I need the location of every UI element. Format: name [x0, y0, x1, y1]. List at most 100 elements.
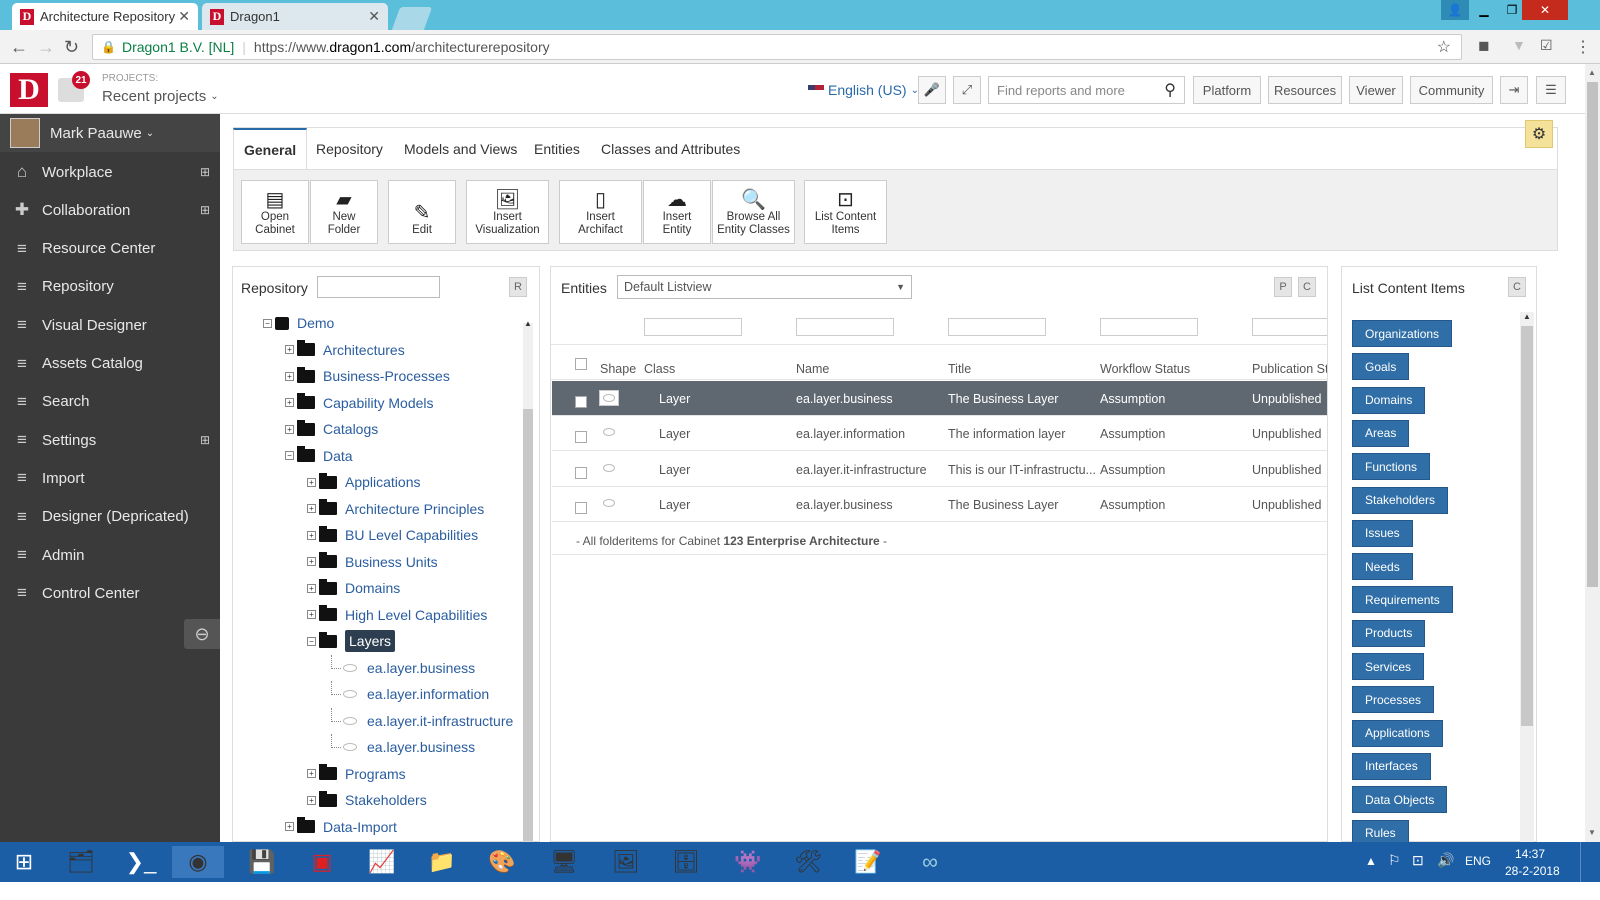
- expand-toggle-icon[interactable]: +: [285, 371, 294, 381]
- tree-node[interactable]: + High Level Capabilities: [307, 602, 487, 628]
- expand-toggle-icon[interactable]: +: [307, 504, 316, 513]
- tree-node[interactable]: + Stakeholders: [307, 787, 427, 813]
- list-item-services[interactable]: Services: [1352, 653, 1425, 680]
- tray-language[interactable]: ENG: [1465, 854, 1491, 868]
- expand-toggle-icon[interactable]: +: [285, 424, 294, 434]
- close-tab-icon[interactable]: ✕: [368, 8, 380, 25]
- tree-node[interactable]: − Demo: [263, 310, 334, 336]
- extension-icon[interactable]: ◼: [1478, 37, 1490, 54]
- open-cabinet-button[interactable]: ▤ Open Cabinet: [241, 180, 309, 244]
- tree-node[interactable]: − Layers: [307, 628, 396, 654]
- sidebar-item-collaboration[interactable]: ✚ Collaboration ⊞: [0, 192, 220, 228]
- save-disk-icon[interactable]: 💾: [236, 846, 288, 878]
- list-scrollbar[interactable]: ▲: [1520, 312, 1534, 842]
- sidebar-item-visual-designer[interactable]: ≡ Visual Designer: [0, 307, 220, 343]
- row-checkbox[interactable]: [575, 431, 587, 444]
- list-item-data-objects[interactable]: Data Objects: [1352, 786, 1448, 814]
- list-item-goals[interactable]: Goals: [1352, 353, 1410, 381]
- sidebar-item-repository[interactable]: ≡ Repository: [0, 269, 220, 305]
- dragon1-logo[interactable]: D: [10, 73, 48, 107]
- tree-scrollbar[interactable]: ▲: [523, 319, 533, 841]
- filter-extension-icon[interactable]: ▼: [1512, 37, 1526, 53]
- tray-volume-icon[interactable]: 🔊: [1437, 852, 1454, 869]
- tree-node[interactable]: + Programs: [307, 761, 406, 787]
- monitor-app-icon[interactable]: 🖥: [538, 846, 590, 878]
- folder-icon[interactable]: 📁: [416, 846, 468, 878]
- list-item-interfaces[interactable]: Interfaces: [1352, 752, 1431, 780]
- tree-node[interactable]: ea.layer.business: [331, 734, 475, 760]
- p-button[interactable]: P: [1274, 277, 1292, 297]
- filter-publication-input[interactable]: [1252, 318, 1327, 336]
- new-tab-button[interactable]: [391, 7, 433, 30]
- microphone-button[interactable]: 🎤: [918, 76, 946, 104]
- new-folder-button[interactable]: ▰ New Folder: [310, 180, 378, 244]
- tab-general[interactable]: General: [233, 128, 308, 170]
- scrollbar-thumb[interactable]: [523, 409, 533, 841]
- tab-repository[interactable]: Repository: [306, 128, 393, 170]
- scroll-up-icon[interactable]: ▲: [524, 319, 532, 328]
- reload-icon[interactable]: ↻: [64, 37, 79, 58]
- url-field[interactable]: 🔒 Dragon1 B.V. [NL] | https://www. dragon…: [92, 34, 1462, 60]
- tray-flag-icon[interactable]: ⚐: [1388, 852, 1401, 869]
- tree-node[interactable]: + Applications: [307, 469, 421, 495]
- powershell-icon[interactable]: ❯_: [115, 846, 167, 878]
- hamburger-menu-button[interactable]: ☰: [1536, 76, 1566, 104]
- user-menu[interactable]: Mark Paauwe ⌄: [0, 114, 220, 152]
- expand-toggle-icon[interactable]: +: [307, 610, 316, 619]
- back-icon[interactable]: ←: [10, 37, 28, 58]
- sidebar-item-settings[interactable]: ≡ Settings ⊞: [0, 422, 220, 458]
- tab-classes-and-attributes[interactable]: Classes and Attributes: [591, 128, 750, 170]
- tree-node[interactable]: + Domains: [307, 575, 400, 601]
- list-item-products[interactable]: Products: [1352, 619, 1426, 647]
- paint-icon[interactable]: 🎨: [476, 846, 528, 878]
- nav-community[interactable]: Community: [1410, 76, 1493, 104]
- expand-toggle-icon[interactable]: +: [307, 795, 316, 805]
- nav-platform[interactable]: Platform: [1193, 76, 1261, 104]
- fullscreen-button[interactable]: ⤢: [953, 76, 981, 104]
- tree-node[interactable]: + Business-Processes: [285, 363, 450, 389]
- col-workflow-status[interactable]: Workflow Status: [1100, 362, 1190, 376]
- sidebar-item-admin[interactable]: ≡ Admin: [0, 537, 220, 573]
- collapse-toggle-icon[interactable]: −: [263, 318, 272, 328]
- recent-projects-dropdown[interactable]: Recent projects ⌄: [102, 88, 219, 105]
- insert-archifact-button[interactable]: ▯ Insert Archifact: [559, 180, 642, 244]
- list-item-processes[interactable]: Processes: [1352, 686, 1435, 714]
- table-row[interactable]: Layer ea.layer.it-infrastructure This is o…: [552, 452, 1327, 487]
- game-app-icon[interactable]: 👾: [722, 846, 774, 878]
- tab-entities[interactable]: Entities: [524, 128, 590, 170]
- scrollbar-thumb[interactable]: [1521, 326, 1533, 726]
- sidebar-item-designer-depricated[interactable]: ≡ Designer (Depricated): [0, 499, 220, 535]
- filter-status-input[interactable]: [1100, 318, 1198, 336]
- file-manager-icon[interactable]: 🗂: [55, 846, 107, 878]
- sidebar-item-control-center[interactable]: ≡ Control Center: [0, 575, 220, 611]
- checkmark-extension-icon[interactable]: ☑: [1540, 37, 1553, 54]
- table-row[interactable]: Layer ea.layer.business The Business Layer…: [552, 381, 1327, 416]
- network-app-icon[interactable]: 🗄: [660, 846, 712, 878]
- tray-date[interactable]: 28-2-2018: [1505, 864, 1560, 878]
- settings-gears-icon[interactable]: ⚙: [1525, 120, 1553, 148]
- filter-class-input[interactable]: [644, 318, 742, 336]
- browser-menu-icon[interactable]: ⋮: [1575, 37, 1591, 57]
- sidebar-item-resource-center[interactable]: ≡ Resource Center: [0, 231, 220, 267]
- sidebar-item-search[interactable]: ≡ Search: [0, 384, 220, 420]
- language-selector[interactable]: English (US) ⌄: [808, 82, 919, 98]
- filter-name-input[interactable]: [796, 318, 894, 336]
- list-item-domains[interactable]: Domains: [1352, 386, 1426, 414]
- list-item-needs[interactable]: Needs: [1352, 553, 1413, 581]
- tab-models-and-views[interactable]: Models and Views: [394, 128, 527, 170]
- tree-node[interactable]: − Data: [285, 443, 353, 469]
- list-content-items-button[interactable]: ⊡ List Content Items: [804, 180, 887, 244]
- browse-all-entity-classes-button[interactable]: 🔍 Browse All Entity Classes: [712, 180, 795, 244]
- tree-node[interactable]: ea.layer.it-infrastructure: [331, 707, 513, 734]
- chrome-icon[interactable]: ◉: [172, 846, 224, 878]
- table-row[interactable]: Layer ea.layer.business The Business Layer…: [552, 487, 1327, 522]
- infinity-app-icon[interactable]: ∞: [904, 846, 956, 878]
- show-desktop-button[interactable]: [1580, 842, 1586, 882]
- tools-app-icon[interactable]: 🛠: [782, 846, 834, 878]
- bookmark-star-icon[interactable]: ☆: [1437, 37, 1451, 57]
- edit-button[interactable]: ✎ Edit: [388, 180, 456, 244]
- collapse-toggle-icon[interactable]: −: [307, 636, 316, 646]
- image-viewer-icon[interactable]: 🖼: [600, 846, 652, 878]
- tree-node[interactable]: + Capability Models: [285, 390, 434, 416]
- sidebar-item-import[interactable]: ≡ Import: [0, 460, 220, 496]
